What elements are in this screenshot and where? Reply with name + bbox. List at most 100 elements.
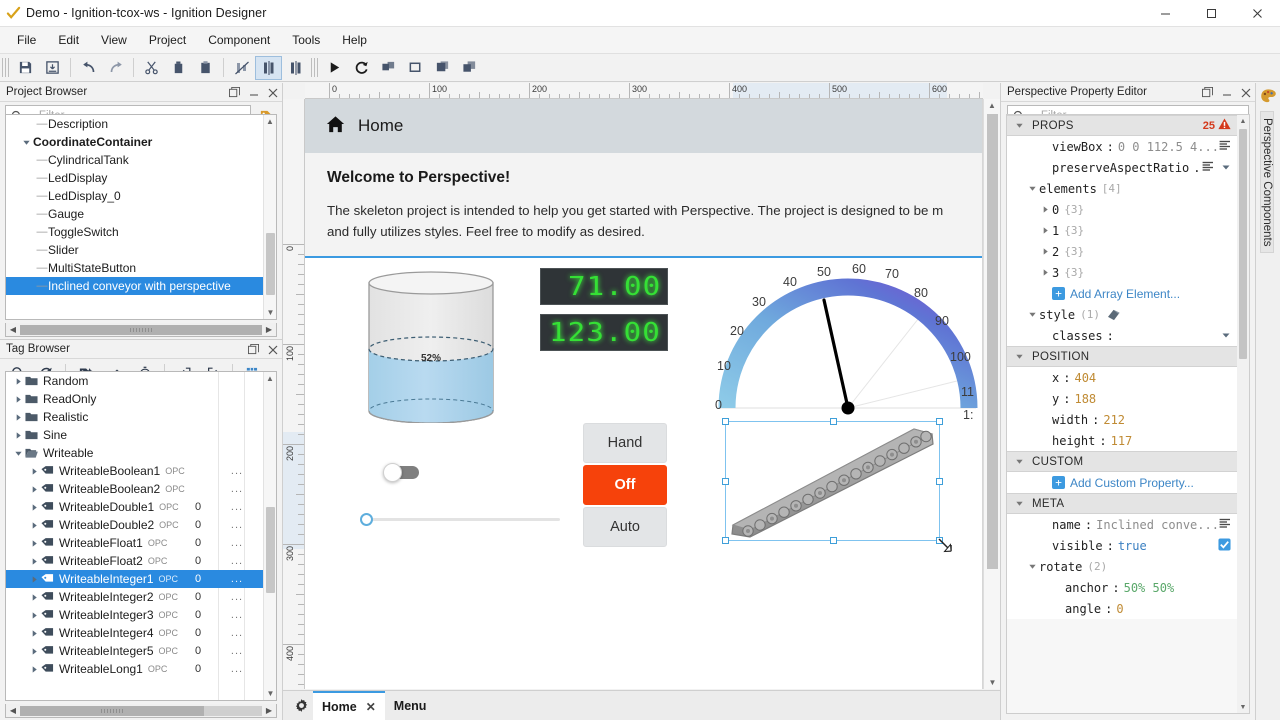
property-row[interactable]: style (1) — [1007, 304, 1237, 325]
project-tree-hscrollbar[interactable]: ◀ ▶ — [5, 323, 277, 337]
tag-tree-item[interactable]: WriteableInteger2 OPC 0... — [6, 588, 263, 606]
property-value[interactable]: 404 — [1074, 371, 1096, 385]
hscroll-thumb[interactable] — [20, 324, 262, 335]
palette-icon[interactable] — [1256, 83, 1280, 109]
vertical-ruler[interactable]: 0 100 200 300 400 — [283, 99, 305, 689]
project-tree-item[interactable]: — Inclined conveyor with perspective — [6, 277, 263, 295]
property-row[interactable]: x:404 — [1007, 367, 1237, 388]
perspective-components-dock-label[interactable]: Perspective Components — [1260, 111, 1274, 254]
project-tree-item[interactable]: — ToggleSwitch — [6, 223, 263, 241]
tag-tree-item[interactable]: WriteableInteger3 OPC 0... — [6, 606, 263, 624]
tag-tree-item[interactable]: WriteableDouble1 OPC 0... — [6, 498, 263, 516]
property-editor-scrollbar[interactable]: ▲ ▼ — [1237, 115, 1249, 713]
project-tree[interactable]: — Description CoordinateContainer — Cylindri… — [5, 114, 277, 320]
chevron-down-icon[interactable] — [1013, 499, 1026, 508]
checkbox-checked-icon[interactable] — [1218, 537, 1231, 554]
gauge-component[interactable]: 0 10 20 30 40 50 60 70 80 90 100 11 1: — [705, 262, 982, 422]
chevron-right-icon[interactable] — [1039, 226, 1052, 235]
align-off-icon[interactable] — [228, 56, 255, 80]
play-icon[interactable] — [321, 56, 348, 80]
menu-view[interactable]: View — [90, 30, 138, 50]
scroll-up-icon[interactable]: ▲ — [264, 115, 276, 128]
property-value[interactable]: true — [1118, 539, 1147, 553]
property-row[interactable]: 2 {3} — [1007, 241, 1237, 262]
multi-state-button[interactable]: Hand Off Auto — [583, 423, 667, 549]
tab-home-close-icon[interactable]: ✕ — [366, 700, 376, 714]
float-panel-icon[interactable] — [1202, 87, 1213, 98]
property-value[interactable]: 117 — [1111, 434, 1133, 448]
float-panel-icon[interactable] — [248, 344, 259, 355]
chevron-down-icon[interactable] — [1026, 184, 1039, 193]
property-section-meta[interactable]: META — [1007, 493, 1237, 514]
hscroll-right-icon[interactable]: ▶ — [262, 706, 276, 715]
undo-icon[interactable] — [75, 56, 102, 80]
chevron-right-icon[interactable] — [28, 575, 41, 584]
chevron-right-icon[interactable] — [28, 611, 41, 620]
property-section-props[interactable]: PROPS 25 — [1007, 115, 1237, 136]
chevron-down-icon[interactable] — [1013, 121, 1026, 130]
tag-row-menu-icon[interactable]: ... — [227, 663, 247, 675]
multi-state-option-off[interactable]: Off — [583, 465, 667, 506]
chevron-right-icon[interactable] — [12, 413, 25, 422]
tag-tree-item[interactable]: WriteableFloat1 OPC 0... — [6, 534, 263, 552]
chevron-down-icon[interactable] — [1013, 457, 1026, 466]
menu-tools[interactable]: Tools — [281, 30, 331, 50]
resize-handle-ne[interactable] — [936, 418, 943, 426]
tag-row-menu-icon[interactable]: ... — [227, 519, 247, 531]
chevron-right-icon[interactable] — [28, 593, 41, 602]
window-stack-icon[interactable] — [456, 56, 483, 80]
scroll-down-icon[interactable]: ▼ — [264, 687, 276, 700]
chevron-down-icon[interactable] — [12, 449, 25, 458]
tag-row-menu-icon[interactable]: ... — [227, 555, 247, 567]
menu-project[interactable]: Project — [138, 30, 197, 50]
chevron-right-icon[interactable] — [28, 647, 41, 656]
chevron-down-icon[interactable] — [1026, 310, 1039, 319]
project-tree-item[interactable]: — Gauge — [6, 205, 263, 223]
paste-icon[interactable] — [192, 56, 219, 80]
horizontal-ruler[interactable]: 0 100 200 300 400 500 600 — [305, 83, 983, 99]
property-value[interactable]: 188 — [1074, 392, 1096, 406]
tag-row-menu-icon[interactable]: ... — [227, 591, 247, 603]
resize-handle-w[interactable] — [722, 478, 729, 486]
maximize-button[interactable] — [1188, 0, 1234, 27]
window-front-icon[interactable] — [429, 56, 456, 80]
property-editor-body[interactable]: PROPS 25 viewBox:0 0 112.5 4... preserveAsp… — [1006, 114, 1250, 714]
cylindrical-tank[interactable]: 52% — [366, 271, 496, 424]
tag-tree-item[interactable]: WriteableBoolean1 OPC... — [6, 462, 263, 480]
window-icon[interactable] — [402, 56, 429, 80]
hscroll-left-icon[interactable]: ◀ — [6, 706, 20, 715]
hscroll-right-icon[interactable]: ▶ — [262, 325, 276, 334]
project-tree-item[interactable]: — CylindricalTank — [6, 151, 263, 169]
chevron-right-icon[interactable] — [12, 431, 25, 440]
close-panel-icon[interactable] — [268, 345, 278, 355]
chevron-right-icon[interactable] — [28, 557, 41, 566]
tag-tree-item[interactable]: WriteableInteger5 OPC 0... — [6, 642, 263, 660]
hscroll-left-icon[interactable]: ◀ — [6, 325, 20, 334]
list-icon[interactable] — [1219, 518, 1231, 532]
project-tree-item[interactable]: CoordinateContainer — [6, 133, 263, 151]
property-add-link-row[interactable]: + Add Array Element... — [1007, 283, 1237, 304]
list-icon[interactable] — [1202, 161, 1214, 175]
hscroll-track[interactable] — [20, 324, 262, 335]
component-stage[interactable]: 52% 71.00 123.00 0 10 20 30 40 50 60 70 … — [305, 258, 982, 679]
resize-handle-s[interactable] — [830, 537, 837, 545]
tag-tree-item[interactable]: WriteableFloat2 OPC 0... — [6, 552, 263, 570]
resize-handle-n[interactable] — [830, 418, 837, 426]
tag-row-menu-icon[interactable]: ... — [227, 609, 247, 621]
scrollbar-thumb[interactable] — [266, 507, 275, 593]
cut-icon[interactable] — [138, 56, 165, 80]
scrollbar-thumb[interactable] — [266, 233, 275, 295]
hscroll-thumb[interactable] — [20, 705, 204, 716]
property-value[interactable]: 212 — [1103, 413, 1125, 427]
property-value[interactable]: Inclined conve... — [1096, 518, 1219, 532]
tag-tree-scrollbar[interactable]: ▲ ▼ — [263, 372, 276, 700]
property-warning-badge[interactable]: 25 — [1203, 118, 1231, 133]
chevron-right-icon[interactable] — [1039, 205, 1052, 214]
project-tree-item[interactable]: — MultiStateButton — [6, 259, 263, 277]
canvas-scroll-up-icon[interactable]: ▲ — [984, 99, 1000, 112]
float-panel-icon[interactable] — [229, 87, 240, 98]
tag-row-menu-icon[interactable]: ... — [227, 627, 247, 639]
chevron-right-icon[interactable] — [28, 485, 41, 494]
tag-row-menu-icon[interactable]: ... — [227, 483, 247, 495]
property-row[interactable]: classes: — [1007, 325, 1237, 346]
